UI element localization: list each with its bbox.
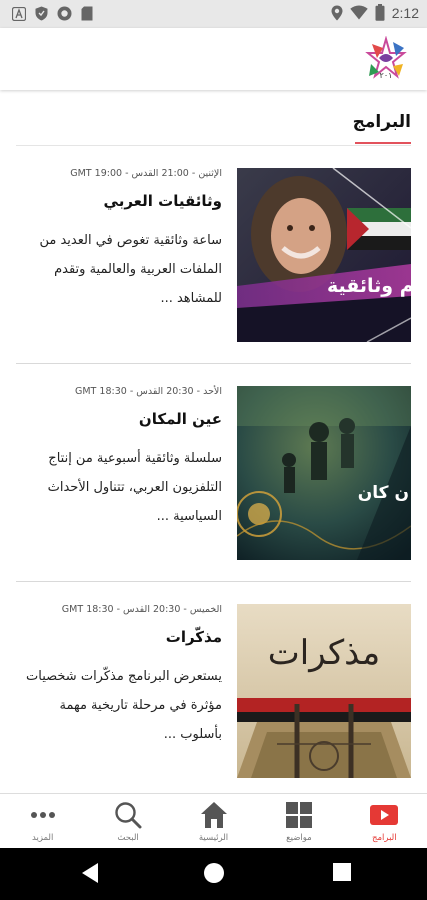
status-bar: 2:12 (0, 0, 427, 28)
nav-item-search[interactable]: البحث (85, 794, 170, 848)
location-icon (331, 5, 343, 21)
record-icon (57, 6, 72, 21)
channel-logo-icon[interactable]: ٢٠١ (363, 35, 409, 82)
grid-icon (285, 802, 312, 828)
section-title: البرامج (352, 112, 411, 132)
app-header: ٢٠١ (0, 28, 427, 90)
program-card[interactable]: مذكرات الخميس - 20:30 القدس - 18:30 GMT … (16, 582, 411, 800)
program-card[interactable]: ن كان الأحد - 20:30 القدس - 18:30 GMT عي… (16, 364, 411, 582)
thumbnail-caption: أفلام وثائقية (327, 273, 411, 297)
program-info: الإثنين - 21:00 القدس - 19:00 GMT وثائقي… (22, 168, 222, 313)
nav-item-more[interactable]: المزيد (0, 794, 85, 848)
play-icon (370, 805, 399, 825)
more-dots-icon (30, 812, 55, 818)
back-icon[interactable] (80, 862, 100, 888)
font-a-icon (12, 6, 26, 21)
search-icon (115, 802, 142, 829)
wifi-icon (350, 5, 368, 20)
nav-label: البحث (117, 833, 139, 843)
nav-label: الرئيسية (198, 833, 229, 843)
svg-text:٢٠١: ٢٠١ (380, 71, 393, 80)
program-info: الأحد - 20:30 القدس - 18:30 GMT عين المك… (22, 386, 222, 531)
nav-label: المزيد (32, 833, 54, 843)
program-time: الإثنين - 21:00 القدس - 19:00 GMT (70, 168, 222, 179)
section-title-underline (355, 142, 411, 144)
program-time: الأحد - 20:30 القدس - 18:30 GMT (75, 386, 222, 397)
program-name[interactable]: عين المكان (22, 410, 222, 434)
nav-item-home[interactable]: الرئيسية (171, 794, 256, 848)
home-icon (200, 802, 227, 828)
recents-icon[interactable] (332, 862, 352, 886)
program-description: ساعة وثائقية تغوص في العديد من الملفات ا… (39, 233, 222, 306)
program-info: الخميس - 20:30 القدس - 18:30 GMT مذكّرات… (22, 604, 222, 749)
nav-label: مواضيع (286, 833, 312, 843)
status-time: 2:12 (391, 4, 419, 21)
program-card[interactable]: أفلام وثائقية الإثنين - 21:00 القدس - 19… (16, 146, 411, 364)
program-name[interactable]: مذكّرات (22, 628, 222, 652)
nav-label: البرامج (372, 833, 397, 843)
battery-icon (375, 4, 385, 21)
program-description: يستعرض البرنامج مذكّرات شخصيات مؤثرة في … (26, 669, 222, 742)
nav-item-topics[interactable]: مواضيع (256, 794, 341, 848)
program-name[interactable]: وثائقيات العربي (22, 192, 222, 216)
sd-card-icon (81, 6, 93, 21)
thumbnail-caption: ن كان (358, 483, 409, 503)
program-thumbnail[interactable]: أفلام وثائقية (237, 168, 411, 342)
program-thumbnail[interactable]: مذكرات (237, 604, 411, 778)
bottom-navigation: المزيد البحث الرئيسية مواضيع البرامج (0, 793, 427, 848)
home-circle-icon[interactable] (203, 862, 225, 888)
thumbnail-caption: مذكرات (268, 633, 380, 673)
system-navigation-bar (0, 848, 427, 900)
program-time: الخميس - 20:30 القدس - 18:30 GMT (61, 604, 222, 615)
program-thumbnail[interactable]: ن كان (237, 386, 411, 560)
shield-icon (35, 6, 48, 21)
program-description: سلسلة وثائقية أسبوعية من إنتاج التلفزيون… (47, 451, 222, 524)
nav-item-programs[interactable]: البرامج (342, 794, 427, 848)
